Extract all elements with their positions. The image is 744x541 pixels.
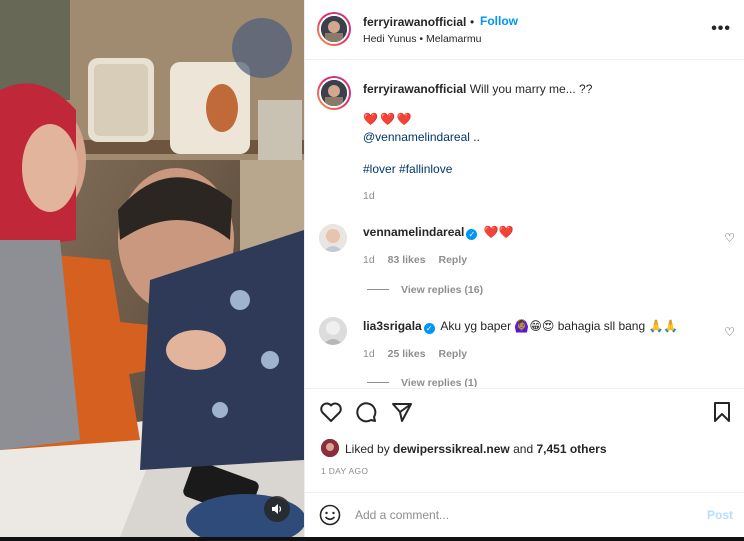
post-video[interactable] [0,0,304,537]
view-replies-button[interactable]: View replies (1) [367,377,477,387]
view-replies-label: View replies (1) [401,377,478,387]
comment-reply-button[interactable]: Reply [438,348,467,360]
comment-reply-button[interactable]: Reply [438,254,467,266]
post-comment-button[interactable]: Post [707,508,733,522]
caption-body: Will you marry me... ?? [469,82,593,96]
mention-link[interactable]: @vennamelindareal [363,130,470,144]
liked-by-others[interactable]: 7,451 others [536,442,606,456]
replies-line [367,382,389,383]
comment-likes[interactable]: 25 likes [388,348,426,360]
post-actions: Liked by dewiperssikreal.new and 7,451 o… [305,388,744,492]
caption-hearts: ❤️❤️❤️ [363,112,414,126]
liked-by-user[interactable]: dewiperssikreal.new [393,442,510,456]
post-modal: ferryirawanofficial • Follow Hedi Yunus … [0,0,744,541]
replies-line [367,289,389,290]
comment-username[interactable]: lia3srigala [363,319,422,333]
comment-line: lia3srigala ✓ Aku yg baper 🙆🏽‍♀️😁😍 bahagi… [363,319,678,334]
share-icon[interactable] [391,401,413,423]
comment-username[interactable]: vennamelindareal [363,225,464,239]
liked-by-middle: and [509,442,537,456]
emoji-icon[interactable] [319,504,341,526]
heart-icon[interactable] [319,401,343,423]
comment-icon[interactable] [355,401,377,423]
comment-text: Aku yg baper 🙆🏽‍♀️😁😍 bahagia sll bang 🙏🙏 [440,319,679,333]
mute-button[interactable] [264,496,290,522]
video-frame-image [0,0,304,537]
verified-badge-icon: ✓ [423,323,435,334]
mention-suffix: .. [469,130,480,144]
author-username[interactable]: ferryirawanofficial [363,15,466,29]
caption-mention: @vennamelindareal .. [363,130,480,144]
view-replies-button[interactable]: View replies (16) [367,284,483,296]
comment-avatar[interactable] [319,317,347,345]
bookmark-icon[interactable] [713,401,731,423]
comment-likes[interactable]: 83 likes [388,254,426,266]
author-avatar[interactable] [317,12,351,46]
post-header: ferryirawanofficial • Follow Hedi Yunus … [305,0,744,60]
comment-avatar[interactable] [319,224,347,252]
comment-time: 1d [363,348,375,360]
view-replies-label: View replies (16) [401,284,484,296]
comment-text: ❤️❤️ [483,225,514,239]
liked-by-text: Liked by dewiperssikreal.new and 7,451 o… [345,442,607,456]
comment-time: 1d [363,254,375,266]
caption-avatar[interactable] [317,76,351,110]
comments-list[interactable]: ferryirawanofficial Will you marry me...… [305,61,744,387]
liked-by-avatar[interactable] [321,439,339,457]
caption-username[interactable]: ferryirawanofficial [363,82,466,96]
comment-meta: 1d 83 likes Reply [363,254,477,266]
verified-badge-icon: ✓ [466,229,478,240]
speaker-icon [272,504,282,514]
caption-hashtags[interactable]: #lover #fallinlove [363,162,452,176]
comment-meta: 1d 25 likes Reply [363,348,477,360]
comment-input[interactable] [355,502,685,528]
comment-like-heart-icon[interactable]: ♡ [724,231,735,245]
comment-like-heart-icon[interactable]: ♡ [724,325,735,339]
comment-line: vennamelindareal ✓ ❤️❤️ [363,225,514,240]
caption-time: 1d [363,190,375,202]
post-sidebar: ferryirawanofficial • Follow Hedi Yunus … [304,0,744,537]
bottom-edge [0,537,744,541]
liked-by-prefix: Liked by [345,442,394,456]
more-options-icon[interactable]: ••• [711,20,731,38]
separator-dot: • [470,15,475,29]
follow-button[interactable]: Follow [480,14,518,28]
caption-text: ferryirawanofficial Will you marry me...… [363,82,592,96]
post-date[interactable]: 1 DAY AGO [321,466,368,476]
add-comment-bar: Post [305,492,744,537]
audio-subtitle[interactable]: Hedi Yunus • Melamarmu [363,33,481,45]
